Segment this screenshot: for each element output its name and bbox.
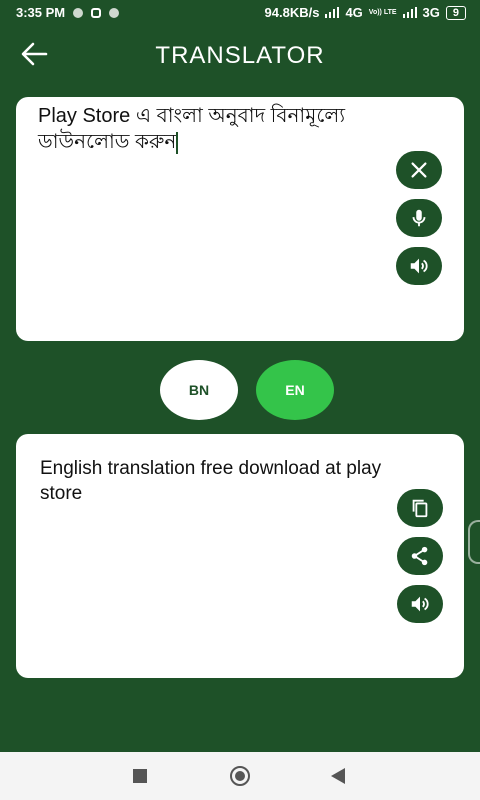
text-caret [176, 131, 179, 154]
battery-icon: 9 [445, 5, 466, 20]
close-icon [411, 162, 427, 178]
target-language-button[interactable]: EN [256, 360, 334, 420]
system-navigation-bar [0, 752, 480, 800]
signal-icon [325, 7, 340, 18]
source-language-button[interactable]: BN [160, 360, 238, 420]
output-card: English translation free download at pla… [16, 434, 464, 678]
app-bar: TRANSLATOR [0, 26, 480, 86]
notification-icon [109, 7, 120, 18]
speak-source-button[interactable] [396, 247, 442, 285]
source-text: Play Store এ বাংলা অনুবাদ বিনামূল্যে ডাউ… [38, 105, 346, 153]
share-button[interactable] [397, 537, 443, 575]
source-text-input[interactable]: Play Store এ বাংলা অনুবাদ বিনামূল্যে ডাউ… [38, 103, 418, 155]
copy-button[interactable] [397, 489, 443, 527]
back-triangle-icon[interactable] [331, 768, 345, 784]
recent-apps-icon[interactable] [133, 769, 147, 783]
speaker-icon [411, 596, 429, 612]
status-time: 3:35 PM [16, 5, 66, 20]
share-icon [411, 546, 428, 566]
signal-icon [402, 7, 417, 18]
translated-text: English translation free download at pla… [40, 458, 382, 504]
instagram-icon [91, 7, 102, 18]
notification-icon [73, 7, 84, 18]
microphone-button[interactable] [396, 199, 442, 237]
edge-panel-handle[interactable] [468, 520, 480, 564]
page-title: TRANSLATOR [155, 42, 325, 69]
network-type-2: 3G [422, 5, 440, 20]
mic-icon [412, 209, 426, 227]
speaker-icon [410, 258, 428, 274]
status-bar: 3:35 PM 94.8KB/s 4G Vo)) LTE 3G 9 [0, 0, 480, 26]
volte-label: Vo)) LTE [368, 9, 397, 16]
copy-icon [412, 499, 428, 518]
source-card: Play Store এ বাংলা অনুবাদ বিনামূল্যে ডাউ… [16, 97, 464, 341]
clear-button[interactable] [396, 151, 442, 189]
network-speed: 94.8KB/s [264, 5, 320, 20]
network-type-1: 4G [345, 5, 363, 20]
speak-output-button[interactable] [397, 585, 443, 623]
home-icon[interactable] [230, 766, 250, 786]
